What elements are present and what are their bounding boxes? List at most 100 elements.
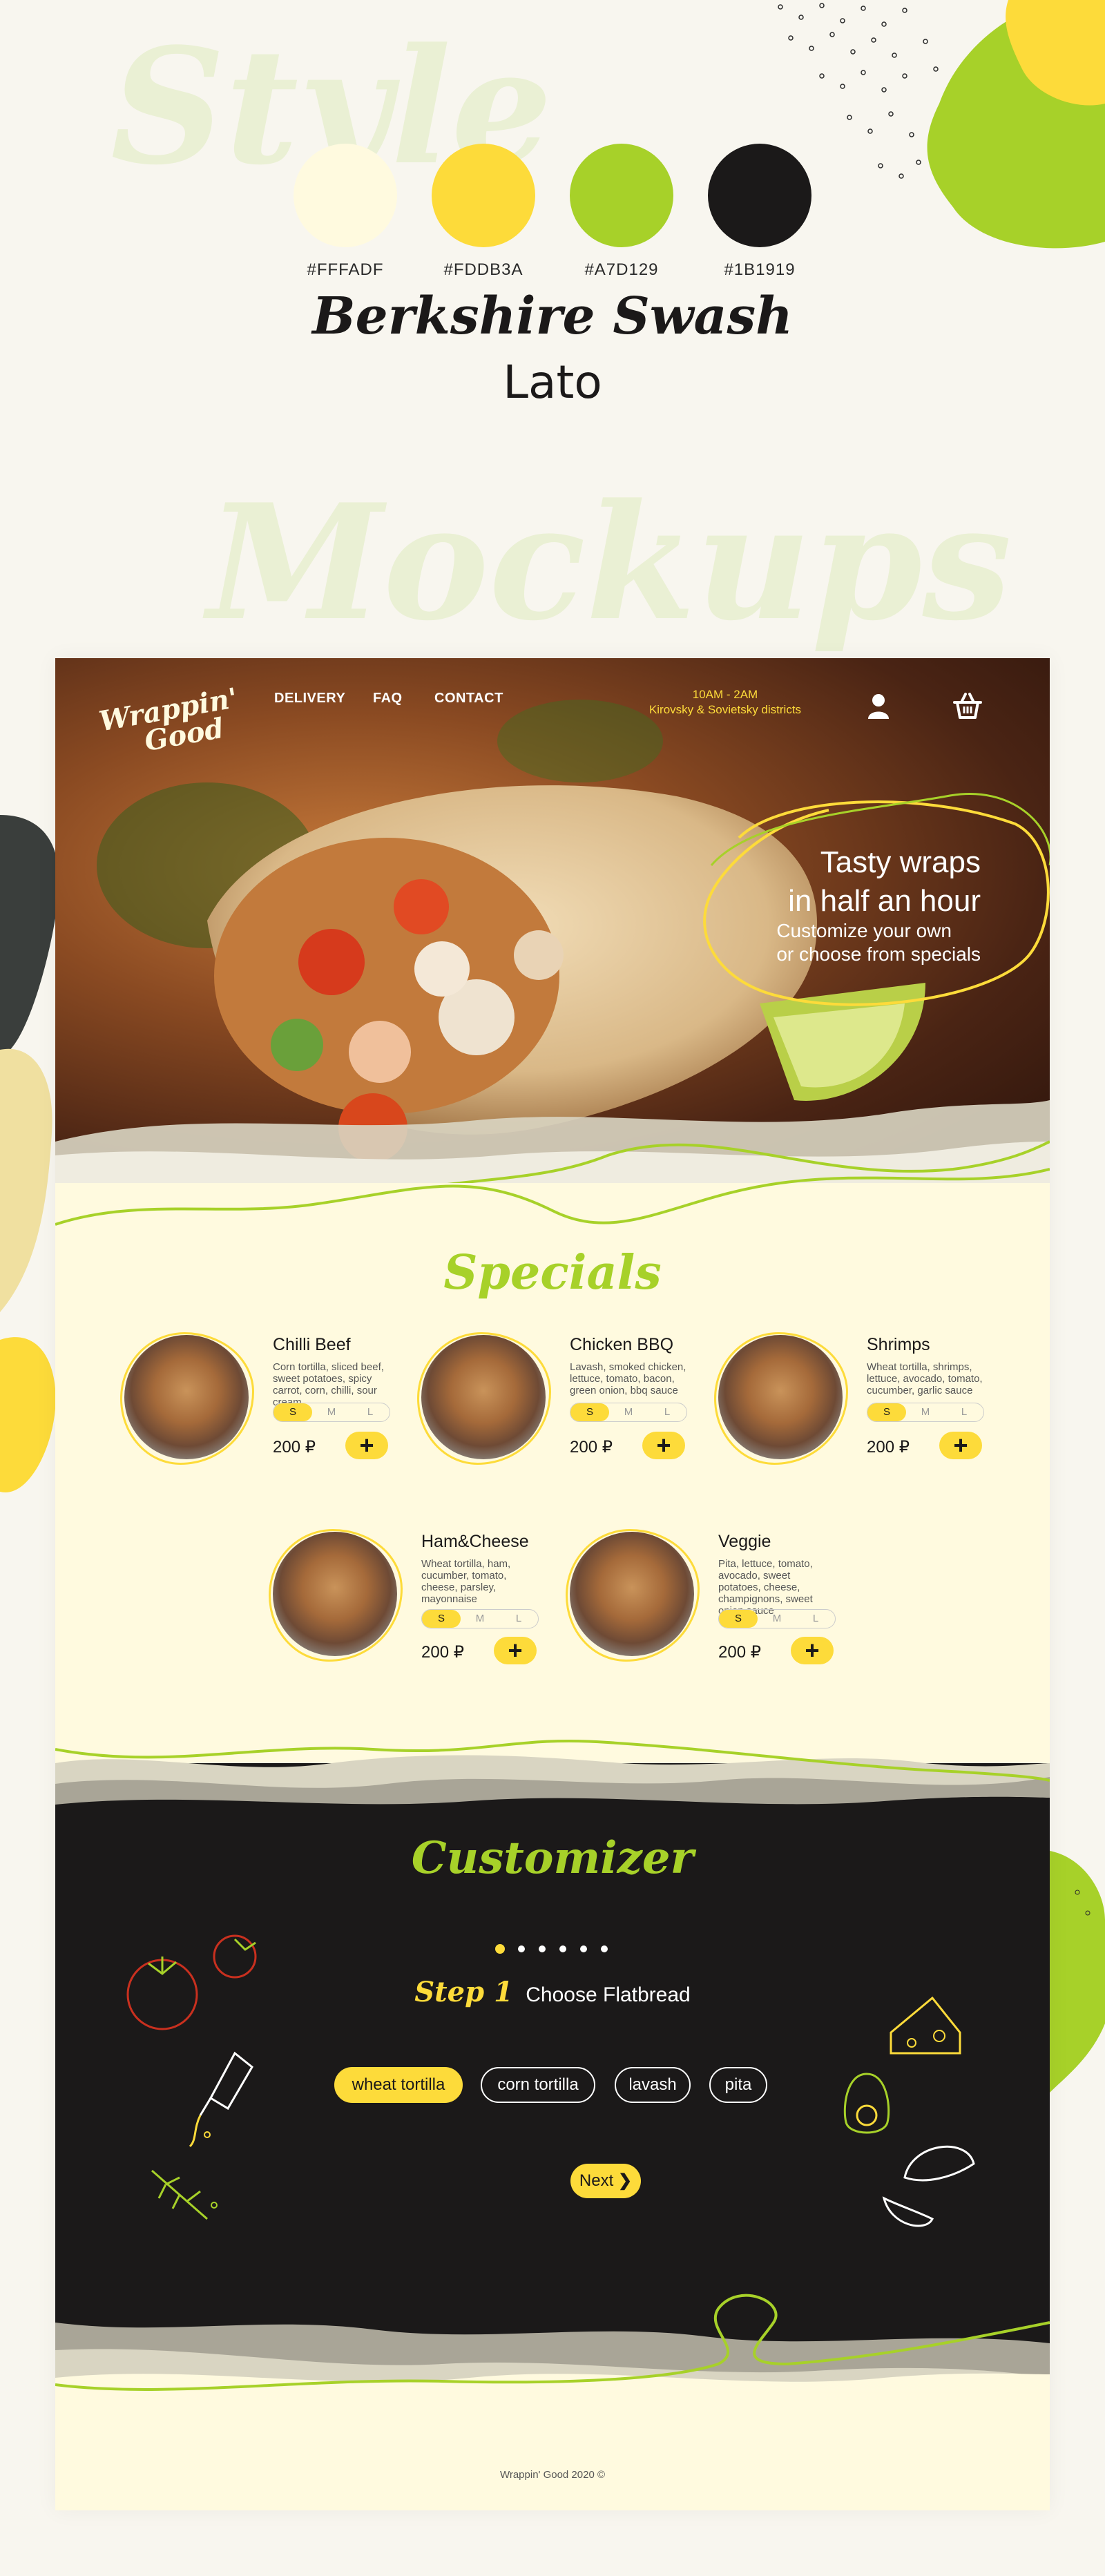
- size-selector: S M L: [421, 1609, 539, 1628]
- decor-blob-top-right: [778, 0, 1105, 249]
- step-text: Choose Flatbread: [526, 1983, 691, 2006]
- size-selector: S M L: [570, 1403, 687, 1422]
- add-to-cart-button[interactable]: +: [791, 1637, 834, 1664]
- next-label: Next: [579, 2171, 614, 2190]
- size-s[interactable]: S: [570, 1403, 609, 1421]
- size-l[interactable]: L: [351, 1403, 390, 1421]
- swatch-black: [708, 144, 811, 247]
- photo-ring: [417, 1332, 551, 1465]
- add-to-cart-button[interactable]: +: [642, 1432, 685, 1459]
- tomato-doodle-icon: [126, 1934, 257, 2030]
- font-sample-body: Lato: [503, 356, 602, 409]
- size-l[interactable]: L: [648, 1403, 686, 1421]
- herb-doodle-icon: [151, 2169, 218, 2220]
- item-price: 200 ₽: [867, 1438, 910, 1457]
- size-s[interactable]: S: [273, 1403, 312, 1421]
- swatch-label-cream: #FFFADF: [307, 260, 384, 279]
- photo-ring: [269, 1529, 403, 1662]
- swatch-yellow: [432, 144, 535, 247]
- swatch-cream: [294, 144, 397, 247]
- photo-ring: [566, 1529, 700, 1662]
- step-dot-5[interactable]: [580, 1945, 587, 1952]
- footer-copyright: Wrappin' Good 2020 ©: [499, 2469, 606, 2481]
- basket-icon[interactable]: [952, 691, 983, 720]
- swatch-label-yellow: #FDDB3A: [443, 260, 523, 279]
- user-icon[interactable]: [867, 693, 890, 720]
- size-s[interactable]: S: [422, 1610, 461, 1628]
- nav-contact[interactable]: CONTACT: [434, 691, 503, 707]
- item-description: Pita, lettuce, tomato, avocado, sweet po…: [718, 1558, 813, 1617]
- add-to-cart-button[interactable]: +: [494, 1637, 537, 1664]
- size-selector: S M L: [867, 1403, 984, 1422]
- item-name: Veggie: [718, 1532, 771, 1551]
- logo: Wrappin' Good: [97, 686, 240, 758]
- item-price: 200 ₽: [718, 1643, 761, 1662]
- option-lavash[interactable]: lavash: [615, 2067, 691, 2103]
- option-wheat-tortilla[interactable]: wheat tortilla: [334, 2067, 463, 2103]
- size-m[interactable]: M: [609, 1403, 648, 1421]
- item-name: Ham&Cheese: [421, 1532, 529, 1551]
- wave-divider-bottom: [55, 2260, 1050, 2440]
- size-l[interactable]: L: [796, 1610, 835, 1628]
- special-card-veggie: Veggie Pita, lettuce, tomato, avocado, s…: [566, 1529, 846, 1670]
- size-m[interactable]: M: [906, 1403, 945, 1421]
- hero-section: Wrappin' Good DELIVERY FAQ CONTACT 10AM …: [55, 658, 1050, 1183]
- item-name: Chilli Beef: [273, 1335, 351, 1354]
- ghost-title-mockups: Mockups: [207, 470, 1012, 656]
- step-dot-6[interactable]: [601, 1945, 608, 1952]
- hero-title-line1: Tasty wraps: [820, 845, 981, 879]
- special-card-shrimps: Shrimps Wheat tortilla, shrimps, lettuce…: [714, 1332, 995, 1473]
- chevron-right-icon: ❯: [617, 2171, 633, 2190]
- size-m[interactable]: M: [312, 1403, 351, 1421]
- cheese-doodle-icon: [890, 1996, 961, 2055]
- item-description: Wheat tortilla, ham, cucumber, tomato, c…: [421, 1558, 511, 1605]
- size-l[interactable]: L: [499, 1610, 538, 1628]
- item-price: 200 ₽: [570, 1438, 613, 1457]
- swatch-green: [570, 144, 673, 247]
- hero-title: Tasty wraps in half an hour: [788, 843, 981, 921]
- customizer-title: Customizer: [411, 1832, 694, 1884]
- add-to-cart-button[interactable]: +: [345, 1432, 388, 1459]
- wave-divider-green: [55, 1168, 1050, 1226]
- nav-faq[interactable]: FAQ: [373, 691, 403, 707]
- option-corn-tortilla[interactable]: corn tortilla: [481, 2067, 595, 2103]
- special-card-chicken-bbq: Chicken BBQ Lavash, smoked chicken, lett…: [417, 1332, 698, 1473]
- item-description: Lavash, smoked chicken, lettuce, tomato,…: [570, 1361, 686, 1396]
- special-card-ham-cheese: Ham&Cheese Wheat tortilla, ham, cucumber…: [269, 1529, 549, 1670]
- step-dot-1[interactable]: [495, 1944, 505, 1954]
- size-m[interactable]: M: [461, 1610, 499, 1628]
- swatch-label-black: #1B1919: [724, 260, 796, 279]
- nav-delivery[interactable]: DELIVERY: [274, 691, 345, 707]
- hero-subtitle-line1: Customize your own: [776, 920, 952, 941]
- hero-subtitle: Customize your own or choose from specia…: [776, 919, 981, 966]
- website-mockup: Wrappin' Good DELIVERY FAQ CONTACT 10AM …: [55, 658, 1050, 2510]
- option-pita[interactable]: pita: [709, 2067, 767, 2103]
- size-selector: S M L: [718, 1609, 836, 1628]
- photo-ring: [120, 1332, 254, 1465]
- size-s[interactable]: S: [867, 1403, 906, 1421]
- item-description: Wheat tortilla, shrimps, lettuce, avocad…: [867, 1361, 983, 1396]
- font-sample-display: Berkshire Swash: [312, 287, 793, 346]
- hours-text: 10AM - 2AM: [692, 688, 758, 701]
- next-button[interactable]: Next ❯: [570, 2164, 641, 2198]
- tortilla-doodle-icon: [882, 2145, 975, 2227]
- size-l[interactable]: L: [945, 1403, 983, 1421]
- size-s[interactable]: S: [719, 1610, 758, 1628]
- sauce-bottle-doodle-icon: [189, 2051, 253, 2148]
- wave-divider-top-dark: [55, 1739, 1050, 1818]
- step-label: Step 1: [414, 1976, 513, 2008]
- step-dot-2[interactable]: [518, 1945, 525, 1952]
- hero-title-line2: in half an hour: [788, 884, 981, 918]
- swatch-label-green: #A7D129: [584, 260, 659, 279]
- step-dot-3[interactable]: [539, 1945, 546, 1952]
- item-description: Corn tortilla, sliced beef, sweet potato…: [273, 1361, 384, 1408]
- size-m[interactable]: M: [758, 1610, 796, 1628]
- item-name: Shrimps: [867, 1335, 930, 1354]
- districts-text: Kirovsky & Sovietsky districts: [648, 703, 802, 716]
- step-dot-4[interactable]: [559, 1945, 566, 1952]
- size-selector: S M L: [273, 1403, 390, 1422]
- item-price: 200 ₽: [421, 1643, 464, 1662]
- add-to-cart-button[interactable]: +: [939, 1432, 982, 1459]
- item-name: Chicken BBQ: [570, 1335, 674, 1354]
- photo-ring: [714, 1332, 848, 1465]
